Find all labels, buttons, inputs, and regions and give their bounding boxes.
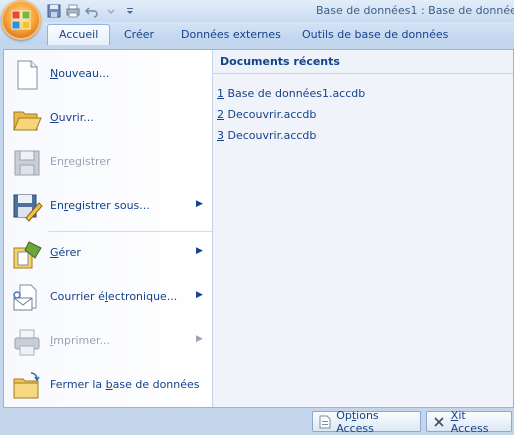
menu-item-enregistrer[interactable]: Enregistrer bbox=[4, 141, 212, 185]
options-access-button[interactable]: Options Access bbox=[312, 409, 421, 435]
undo-icon[interactable] bbox=[84, 3, 100, 19]
menu-item-fermer-base[interactable]: Fermer la base de données bbox=[4, 364, 212, 408]
recent-document-item[interactable]: 3 Decouvrir.accdb bbox=[217, 125, 365, 146]
new-document-icon bbox=[11, 59, 43, 91]
customize-dropdown-icon[interactable] bbox=[122, 3, 138, 19]
menu-item-nouveau[interactable]: Nouveau... bbox=[4, 53, 212, 97]
redo-icon[interactable] bbox=[103, 3, 119, 19]
menu-item-enregistrer-sous[interactable]: Enregistrer sous... ▶ bbox=[4, 185, 212, 229]
close-database-icon bbox=[11, 370, 43, 402]
options-icon bbox=[318, 415, 331, 429]
submenu-arrow-icon: ▶ bbox=[196, 334, 203, 344]
recent-documents-list: 1 Base de données1.accdb 2 Decouvrir.acc… bbox=[217, 83, 365, 146]
office-button[interactable] bbox=[1, 0, 41, 40]
office-menu: Nouveau... Ouvrir... Enregistrer Enregis… bbox=[3, 49, 514, 408]
open-folder-icon bbox=[11, 103, 43, 135]
close-icon bbox=[432, 415, 446, 429]
quick-access-toolbar bbox=[46, 2, 138, 20]
recent-documents-header: Documents récents bbox=[213, 50, 513, 74]
save-disk-icon bbox=[11, 147, 43, 179]
menu-item-gerer[interactable]: Gérer ▶ bbox=[4, 232, 212, 276]
exit-access-button[interactable]: Xit Access bbox=[426, 409, 512, 435]
window-title: Base de données1 : Base de données ( bbox=[316, 4, 514, 17]
menu-item-imprimer[interactable]: Imprimer... ▶ bbox=[4, 320, 212, 364]
ribbon-tab-bar: Accueil Créer Données externes Outils de… bbox=[0, 22, 514, 45]
submenu-arrow-icon: ▶ bbox=[196, 199, 203, 209]
recent-documents-panel: Documents récents 1 Base de données1.acc… bbox=[213, 50, 513, 407]
office-menu-footer: Options Access Xit Access bbox=[0, 406, 514, 435]
save-icon[interactable] bbox=[46, 3, 62, 19]
print-icon[interactable] bbox=[65, 3, 81, 19]
email-icon bbox=[11, 282, 43, 314]
menu-commands: Nouveau... Ouvrir... Enregistrer Enregis… bbox=[4, 50, 212, 407]
title-bar: Base de données1 : Base de données ( bbox=[0, 0, 514, 22]
recent-document-item[interactable]: 1 Base de données1.accdb bbox=[217, 83, 365, 104]
submenu-arrow-icon: ▶ bbox=[196, 246, 203, 256]
recent-document-item[interactable]: 2 Decouvrir.accdb bbox=[217, 104, 365, 125]
tab-donnees-externes[interactable]: Données externes bbox=[173, 25, 289, 44]
submenu-arrow-icon: ▶ bbox=[196, 290, 203, 300]
menu-item-courrier-electronique[interactable]: Courrier électronique... ▶ bbox=[4, 276, 212, 320]
menu-item-ouvrir[interactable]: Ouvrir... bbox=[4, 97, 212, 141]
tab-accueil[interactable]: Accueil bbox=[47, 24, 111, 45]
tab-outils-base-de-donnees[interactable]: Outils de base de données bbox=[294, 25, 456, 44]
printer-icon bbox=[11, 326, 43, 358]
tab-creer[interactable]: Créer bbox=[116, 25, 162, 44]
save-as-icon bbox=[11, 191, 43, 223]
office-logo-icon bbox=[11, 10, 31, 30]
manage-icon bbox=[11, 238, 43, 270]
